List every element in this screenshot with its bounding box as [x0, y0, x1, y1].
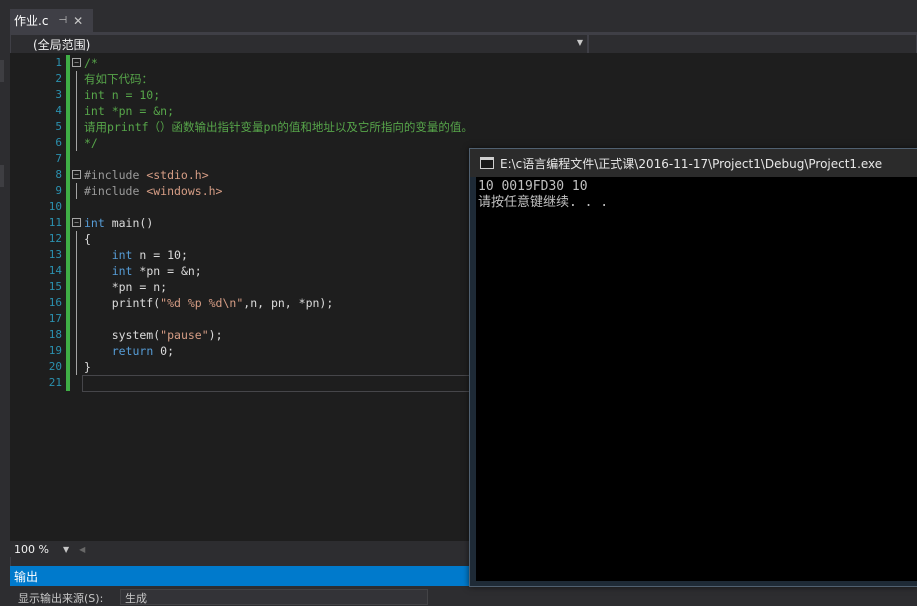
collapse-icon[interactable]: −	[72, 58, 81, 67]
line-number: 15	[48, 280, 62, 293]
output-source-value: 生成	[125, 592, 147, 605]
scope-label: (全局范围)	[33, 37, 91, 52]
console-window[interactable]: E:\c语言编程文件\正式课\2016-11-17\Project1\Debug…	[469, 148, 917, 587]
zoom-level[interactable]: 100 %	[14, 543, 49, 556]
editor-margin: 1 2 3 4 5 6 7 8 9 10 11 12 13 14 15 16 17 18 19 20 21	[10, 53, 70, 541]
line-number: 13	[48, 248, 62, 261]
line-number: 2	[55, 72, 62, 85]
member-dropdown[interactable]	[588, 34, 917, 54]
line-number: 17	[48, 312, 62, 325]
document-tab-bar: 作业.c ⊣ ✕	[10, 0, 917, 32]
scroll-left-icon[interactable]: ◀	[79, 545, 85, 554]
collapse-icon[interactable]: −	[72, 218, 81, 227]
outlining-margin: − − −	[72, 55, 84, 375]
editor-zoom-bar: 100 % ▼ ◀	[10, 541, 470, 557]
pin-icon[interactable]: ⊣	[58, 15, 67, 26]
console-app-icon	[480, 157, 494, 169]
code-line: 有如下代码：	[84, 72, 153, 86]
output-toolbar: 显示输出来源(S): 生成	[10, 586, 917, 605]
collapse-icon[interactable]: −	[72, 170, 81, 179]
line-number: 19	[48, 344, 62, 357]
line-numbers: 1 2 3 4 5 6 7 8 9 10 11 12 13 14 15 16 17 18 19 20 21	[26, 55, 62, 391]
line-number: 5	[55, 120, 62, 133]
code-line: /*	[84, 56, 98, 70]
console-output[interactable]: 10 0019FD30 10 请按任意键继续. . .	[476, 177, 917, 581]
line-number: 21	[48, 376, 62, 389]
line-number: 20	[48, 360, 62, 373]
code-line: int n = 10;	[84, 88, 161, 102]
chevron-down-icon[interactable]: ▼	[63, 545, 69, 554]
tab-title: 作业.c	[14, 14, 49, 28]
line-number: 16	[48, 296, 62, 309]
code-line: 请用printf（）函数输出指针变量pn的值和地址以及它所指向的变量的值。	[84, 120, 473, 134]
output-panel-header[interactable]: 输出	[10, 566, 480, 586]
solution-explorer-marker[interactable]	[0, 60, 4, 82]
line-number: 8	[55, 168, 62, 181]
line-number: 7	[55, 152, 62, 165]
line-number: 10	[48, 200, 62, 213]
line-number: 3	[55, 88, 62, 101]
line-number: 11	[48, 216, 62, 229]
toolbox-marker[interactable]	[0, 165, 4, 187]
line-number: 14	[48, 264, 62, 277]
code-line: int *pn = &n;	[84, 104, 175, 118]
console-line: 10 0019FD30 10	[478, 179, 588, 194]
console-line: 请按任意键继续. . .	[478, 195, 609, 210]
tab-zuoye-c[interactable]: 作业.c ⊣ ✕	[10, 9, 93, 32]
line-number: 18	[48, 328, 62, 341]
chevron-down-icon: ▼	[576, 38, 583, 47]
close-icon[interactable]: ✕	[73, 14, 83, 28]
console-title-bar[interactable]: E:\c语言编程文件\正式课\2016-11-17\Project1\Debug…	[470, 149, 917, 177]
scope-dropdown[interactable]: (全局范围) ▼	[10, 34, 588, 54]
line-number: 4	[55, 104, 62, 117]
line-number: 1	[55, 56, 62, 69]
line-number: 9	[55, 184, 62, 197]
console-title: E:\c语言编程文件\正式课\2016-11-17\Project1\Debug…	[500, 156, 883, 171]
line-number: 6	[55, 136, 62, 149]
change-tracking-bar	[66, 55, 70, 391]
output-panel-title: 输出	[14, 569, 39, 584]
output-source-label: 显示输出来源(S):	[18, 592, 104, 605]
output-source-select[interactable]: 生成	[120, 589, 428, 605]
line-number: 12	[48, 232, 62, 245]
